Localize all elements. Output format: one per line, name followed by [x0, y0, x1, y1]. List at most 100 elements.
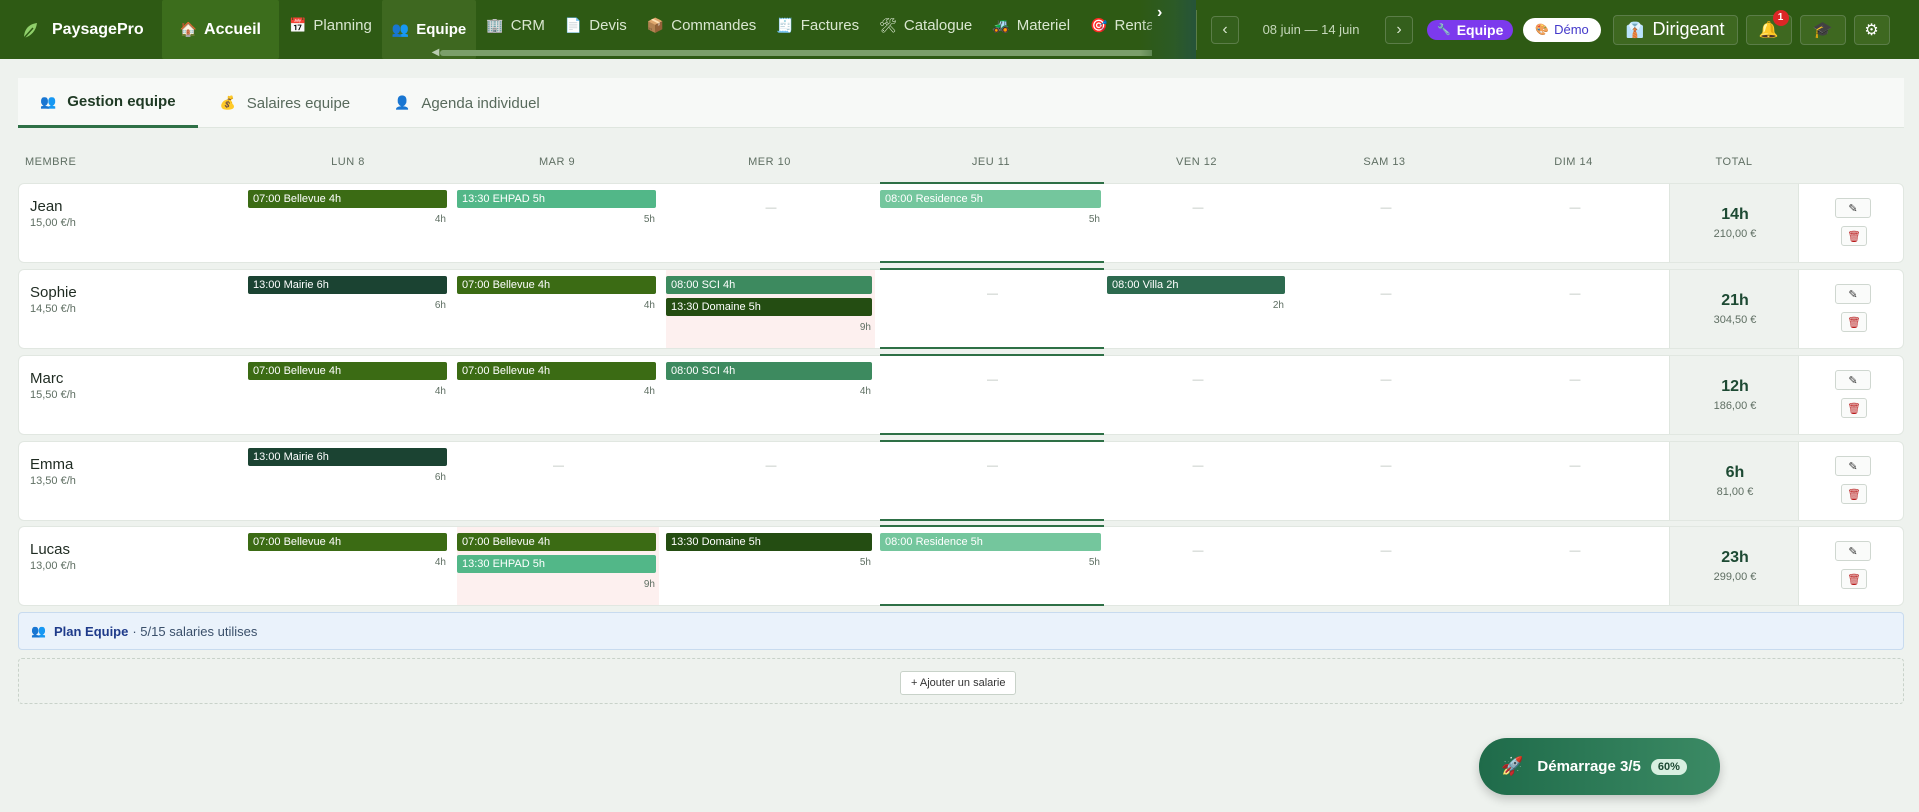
shift-block[interactable]: 13:30 EHPAD 5h [457, 555, 656, 573]
top-right-controls: ‹ 08 juin — 14 juin › 🔧 Equipe 🎨 Démo 👔 … [1196, 0, 1890, 59]
trash-icon: 🗑 [1847, 488, 1861, 501]
empty-day-dash[interactable]: — [766, 460, 777, 472]
total-cell: 21h 304,50 € [1669, 270, 1799, 348]
role-label: Dirigeant [1652, 19, 1725, 39]
today-marker [880, 433, 1104, 435]
delete-button[interactable]: 🗑 [1841, 226, 1867, 246]
shift-block[interactable]: 08:00 Villa 2h [1107, 276, 1285, 294]
shift-block[interactable]: 07:00 Bellevue 4h [457, 276, 656, 294]
mode-pill[interactable]: 🔧 Equipe [1427, 19, 1514, 40]
empty-day-dash[interactable]: — [1570, 545, 1581, 557]
empty-day-dash[interactable]: — [553, 460, 564, 472]
nav-item-devis[interactable]: 📄 Devis [555, 3, 637, 49]
nav-item-catalogue[interactable]: 🛠 Catalogue [869, 3, 982, 49]
member-name: Sophie [30, 284, 77, 301]
tab-agenda-individuel[interactable]: 👤 Agenda individuel [372, 78, 562, 128]
settings-button[interactable]: ⚙ [1853, 14, 1890, 45]
edit-button[interactable]: ✎ [1835, 284, 1871, 304]
demo-pill-label: Démo [1554, 22, 1589, 37]
nav-item-label: Equipe [416, 21, 467, 38]
nav-item-label: Accueil [204, 20, 261, 38]
nav-item-factures[interactable]: 🧾 Factures [766, 3, 869, 49]
empty-day-dash[interactable]: — [1570, 460, 1581, 472]
shift-block[interactable]: 13:00 Mairie 6h [248, 276, 447, 294]
empty-day-dash[interactable]: — [1193, 460, 1204, 472]
shift-block[interactable]: 13:30 Domaine 5h [666, 533, 872, 551]
nav-scrollbar[interactable] [439, 50, 1152, 56]
shift-block[interactable]: 07:00 Bellevue 4h [248, 533, 447, 551]
delete-button[interactable]: 🗑 [1841, 312, 1867, 332]
empty-day-dash[interactable]: — [1381, 202, 1392, 214]
shift-block[interactable]: 08:00 Residence 5h [880, 533, 1101, 551]
empty-day-dash[interactable]: — [1381, 288, 1392, 300]
brand[interactable]: PaysagePro [0, 0, 162, 59]
shift-block[interactable]: 07:00 Bellevue 4h [248, 190, 447, 208]
team-icon: 👥 [31, 624, 46, 638]
member-rate: 14,50 €/h [30, 303, 76, 315]
member-name: Marc [30, 370, 64, 387]
empty-day-dash[interactable]: — [1193, 202, 1204, 214]
demo-pill[interactable]: 🎨 Démo [1523, 17, 1601, 42]
today-marker [880, 268, 1104, 270]
nav-item-planning[interactable]: 📅 Planning [279, 3, 382, 49]
total-amount: 304,50 € [1713, 314, 1757, 326]
prev-week-button[interactable]: ‹ [1211, 15, 1239, 44]
shift-block[interactable]: 07:00 Bellevue 4h [457, 362, 656, 380]
trash-icon: 🗑 [1847, 230, 1861, 243]
tab-gestion-equipe[interactable]: 👥 Gestion equipe [18, 78, 198, 128]
trash-icon: 🗑 [1847, 402, 1861, 415]
plan-banner: 👥 Plan Equipe · 5/15 salaries utilises [18, 612, 1904, 650]
empty-day-dash[interactable]: — [987, 288, 998, 300]
member-row: Lucas 13,00 €/h 07:00 Bellevue 4h 4h 07:00 B… [18, 525, 1904, 606]
notifications-button[interactable]: 🔔 1 [1745, 9, 1792, 45]
empty-day-dash[interactable]: — [1193, 545, 1204, 557]
shift-block[interactable]: 07:00 Bellevue 4h [248, 362, 447, 380]
delete-button[interactable]: 🗑 [1841, 484, 1867, 504]
nav-scroll-right-icon[interactable]: › [1157, 4, 1162, 22]
delete-button[interactable]: 🗑 [1841, 569, 1867, 589]
empty-day-dash[interactable]: — [1381, 374, 1392, 386]
shift-block[interactable]: 13:30 Domaine 5h [666, 298, 872, 316]
member-row: Marc 15,50 €/h 07:00 Bellevue 4h 4h 07:00 Be… [18, 354, 1904, 435]
total-amount: 81,00 € [1716, 486, 1754, 498]
nav-item-commandes[interactable]: 📦 Commandes [637, 3, 766, 49]
empty-day-dash[interactable]: — [1381, 460, 1392, 472]
shift-block[interactable]: 08:00 SCI 4h [666, 362, 872, 380]
add-employee-button[interactable]: + Ajouter un salarie [900, 671, 1017, 695]
edit-button[interactable]: ✎ [1835, 198, 1871, 218]
today-marker [880, 525, 1104, 527]
shift-block[interactable]: 08:00 SCI 4h [666, 276, 872, 294]
nav-item-crm[interactable]: 🏢 CRM [476, 3, 555, 49]
edit-button[interactable]: ✎ [1835, 541, 1871, 561]
day-hours: 6h [434, 472, 446, 483]
scroll-left-icon[interactable]: ◀ [432, 47, 440, 58]
tab-salaires-equipe[interactable]: 💰 Salaires equipe [198, 78, 373, 128]
empty-day-dash[interactable]: — [1381, 545, 1392, 557]
empty-day-dash[interactable]: — [1570, 374, 1581, 386]
shift-block[interactable]: 08:00 Residence 5h [880, 190, 1101, 208]
shift-block[interactable]: 07:00 Bellevue 4h [457, 533, 656, 551]
add-employee-panel: + Ajouter un salarie [18, 658, 1904, 704]
onboarding-button[interactable]: 🚀 Démarrage 3/5 60% [1479, 738, 1720, 795]
empty-day-dash[interactable]: — [1193, 374, 1204, 386]
edit-button[interactable]: ✎ [1835, 370, 1871, 390]
mode-pill-label: Equipe [1456, 21, 1504, 38]
nav-item-accueil[interactable]: 🏠 Accueil [161, 0, 279, 59]
empty-day-dash[interactable]: — [987, 374, 998, 386]
day-hours: 5h [1088, 557, 1100, 568]
nav-item-materiel[interactable]: 🚜 Materiel [982, 3, 1080, 49]
empty-day-dash[interactable]: — [1570, 288, 1581, 300]
graduation-button[interactable]: 🎓 [1799, 14, 1846, 45]
role-button[interactable]: 👔 Dirigeant [1612, 14, 1738, 45]
today-marker [880, 519, 1104, 521]
empty-day-dash[interactable]: — [1570, 202, 1581, 214]
home-icon: 🏠 [179, 21, 198, 37]
edit-button[interactable]: ✎ [1835, 456, 1871, 476]
shift-block[interactable]: 13:00 Mairie 6h [248, 448, 447, 466]
empty-day-dash[interactable]: — [987, 460, 998, 472]
column-header: MER 10 [748, 156, 791, 168]
delete-button[interactable]: 🗑 [1841, 398, 1867, 418]
shift-block[interactable]: 13:30 EHPAD 5h [457, 190, 656, 208]
next-week-button[interactable]: › [1385, 15, 1413, 44]
empty-day-dash[interactable]: — [766, 202, 777, 214]
